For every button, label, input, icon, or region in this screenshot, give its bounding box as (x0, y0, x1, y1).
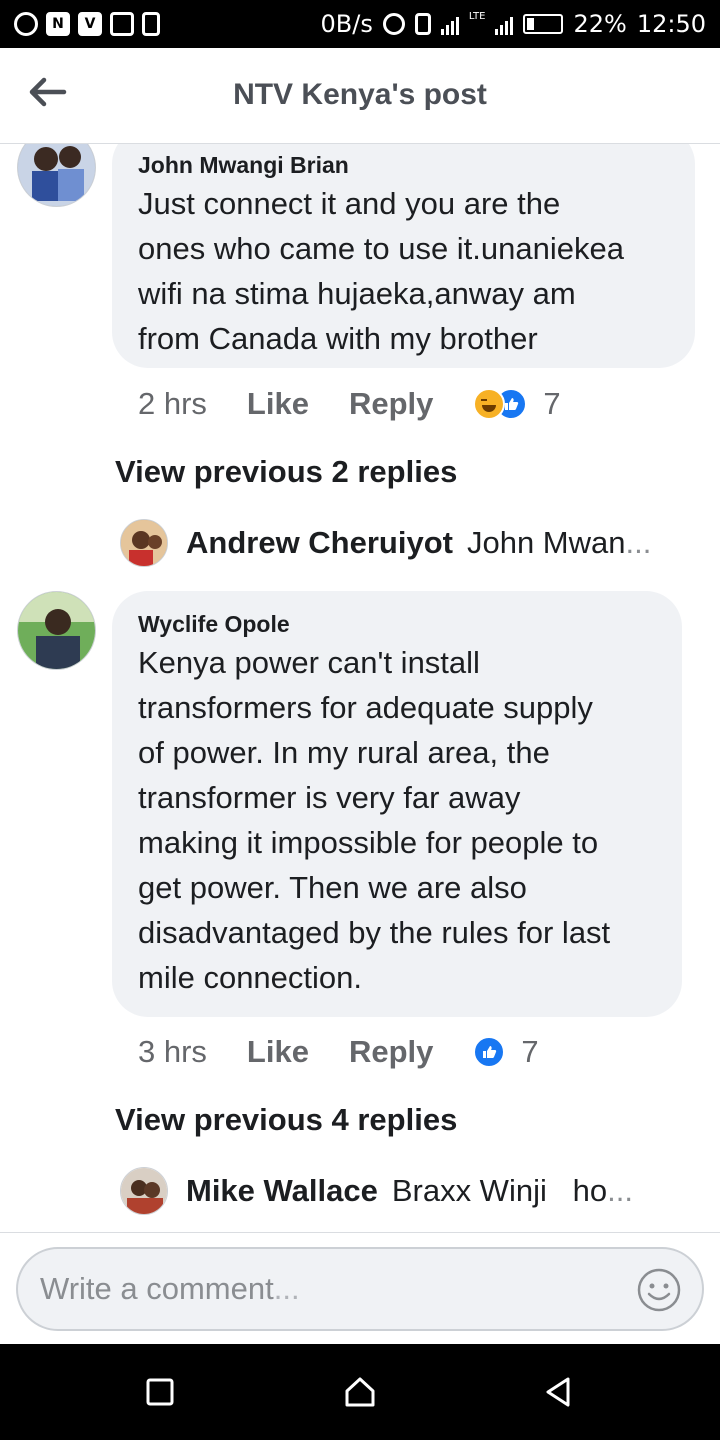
comment-time[interactable]: 3 hrs (138, 1034, 207, 1070)
reply-text: Braxx Winji ho (391, 1173, 608, 1208)
avatar[interactable] (17, 591, 96, 670)
nav-back-button[interactable] (540, 1374, 576, 1410)
avatar (120, 1167, 168, 1215)
comment-line: transformer is very far away (138, 780, 521, 815)
battery-icon (523, 14, 564, 34)
square-icon (146, 1378, 174, 1406)
comment-line: wifi na stima hujaeka,anway am (138, 276, 576, 311)
like-button[interactable]: Like (247, 386, 309, 422)
signal-icon (440, 13, 459, 35)
comment-line: from Canada with my brother (138, 321, 538, 356)
view-previous-replies[interactable]: View previous 2 replies (115, 454, 457, 490)
avatar (120, 519, 168, 567)
comment-time[interactable]: 2 hrs (138, 386, 207, 422)
reply-author: Mike Wallace (186, 1173, 378, 1208)
v-app-icon: V (78, 12, 102, 36)
comment-line: mile connection. (138, 960, 363, 995)
profile-photo (18, 144, 95, 206)
profile-photo (121, 520, 167, 566)
smiley-icon (637, 1268, 681, 1312)
comment-author[interactable]: John Mwangi Brian (138, 152, 669, 179)
network-type: LTE (468, 10, 486, 22)
signal-icon-2 (495, 13, 514, 35)
like-button[interactable]: Like (247, 1034, 309, 1070)
comment-actions: 3 hrs Like Reply 7 (138, 1032, 539, 1072)
vibrate-icon (414, 13, 431, 35)
comments-list: John Mwangi Brian Just connect it and yo… (0, 144, 720, 1232)
system-status: 0B/s LTE 22% 12:50 (321, 10, 706, 38)
battery-percent: 22% (573, 10, 627, 38)
profile-photo (121, 1168, 167, 1214)
home-icon (345, 1377, 375, 1407)
recent-apps-button[interactable] (142, 1374, 178, 1410)
reply-preview[interactable]: Andrew Cheruiyot John Mwan ... (120, 518, 680, 568)
page-title: NTV Kenya's post (233, 78, 487, 111)
clock: 12:50 (636, 10, 706, 38)
profile-photo (18, 592, 95, 669)
reply-preview[interactable]: Mike Wallace Braxx Winji ho ... (120, 1166, 680, 1216)
like-reaction-icon (473, 1036, 506, 1068)
reply-button[interactable]: Reply (349, 1034, 433, 1070)
network-speed: 0B/s (320, 10, 373, 38)
comment-composer: Write a comment... (0, 1232, 720, 1345)
notification-icons: N V (14, 12, 160, 36)
avatar[interactable] (17, 144, 96, 207)
header: NTV Kenya's post (0, 48, 720, 144)
comment-line: transformers for adequate supply (138, 690, 593, 725)
phone-storage-icon (142, 12, 160, 36)
comment-line: ones who came to use it.unaniekea (138, 231, 624, 266)
home-button[interactable] (342, 1374, 378, 1410)
reactions[interactable] (473, 1036, 506, 1068)
comment-line: of power. In my rural area, the (138, 735, 550, 770)
reply-ellipsis: ... (625, 525, 652, 560)
comment-bubble: John Mwangi Brian Just connect it and yo… (112, 144, 695, 368)
comment-actions: 2 hrs Like Reply 7 (138, 384, 561, 424)
n-app-icon: N (46, 12, 70, 36)
comment-line: disadvantaged by the rules for last (138, 915, 611, 950)
gallery-icon (110, 12, 134, 36)
reply-button[interactable]: Reply (349, 386, 433, 422)
reply-ellipsis: ... (607, 1173, 634, 1208)
triangle-back-icon (546, 1377, 570, 1407)
reaction-count[interactable]: 7 (521, 1034, 538, 1070)
emoji-button[interactable] (636, 1267, 682, 1313)
comment-bubble: Wyclife Opole Kenya power can't install … (112, 591, 682, 1017)
data-saver-icon (382, 13, 405, 35)
comment-line: making it impossible for people to (138, 825, 599, 860)
comment-line: get power. Then we are also (138, 870, 527, 905)
reactions[interactable] (473, 388, 528, 420)
comment-input[interactable]: Write a comment... (16, 1247, 704, 1331)
comment-line: Kenya power can't install (138, 645, 480, 680)
messenger-icon (14, 12, 38, 36)
comment-placeholder: Write a comment... (40, 1271, 300, 1306)
system-nav-bar (0, 1344, 720, 1440)
reply-author: Andrew Cheruiyot (186, 525, 453, 560)
reaction-count[interactable]: 7 (543, 386, 560, 422)
view-previous-replies[interactable]: View previous 4 replies (115, 1102, 457, 1138)
comment-line: Just connect it and you are the (138, 186, 561, 221)
status-bar: N V 0B/s LTE 22% 12:50 (0, 0, 720, 48)
comment-author[interactable]: Wyclife Opole (138, 611, 656, 638)
reply-text: John Mwan (466, 525, 626, 560)
